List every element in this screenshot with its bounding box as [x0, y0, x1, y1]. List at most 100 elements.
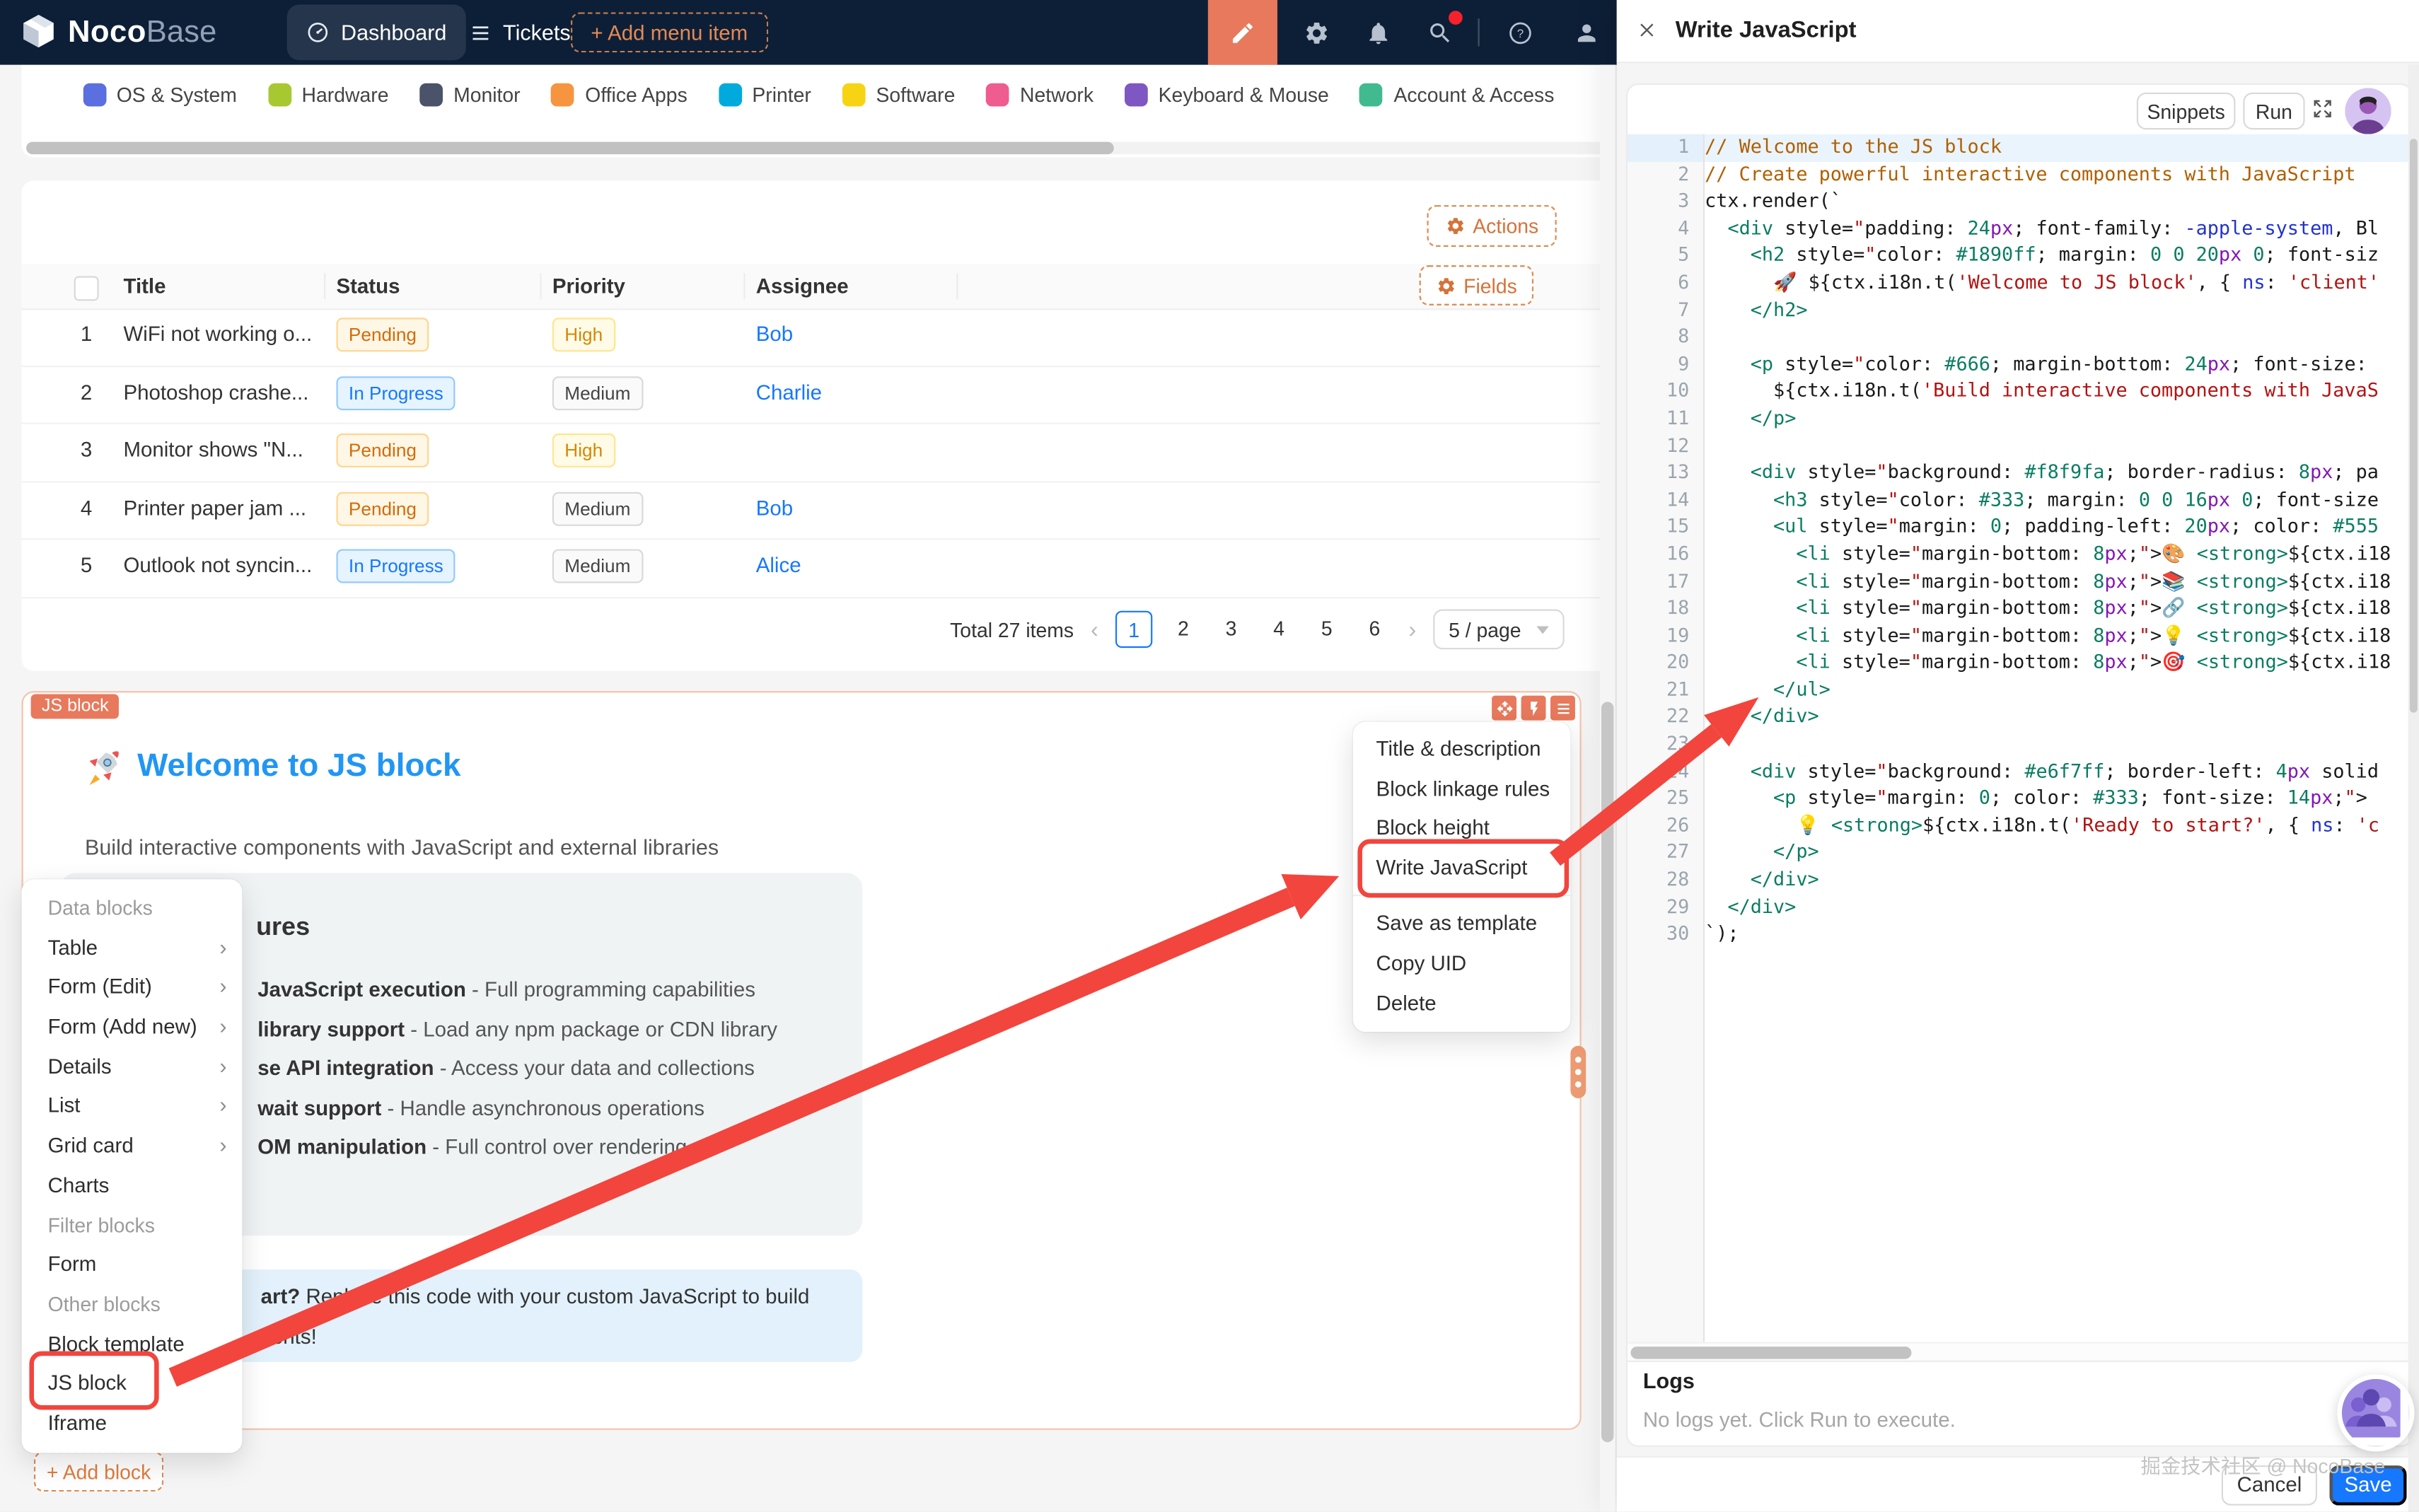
page-scrollbar-thumb[interactable] [1601, 702, 1613, 1442]
ui-editor-button[interactable] [1208, 0, 1277, 65]
menu-item-table[interactable]: Table› [22, 928, 243, 967]
cell-assignee-link[interactable]: Bob [756, 496, 793, 520]
assistant-avatar[interactable] [2337, 1374, 2414, 1451]
page-number-6[interactable]: 6 [1357, 611, 1391, 645]
select-all-checkbox[interactable] [74, 276, 99, 301]
code-line[interactable]: </p> [1705, 405, 2411, 432]
code-line[interactable]: <div style="background: #e6f7ff; border-… [1705, 758, 2411, 785]
code-line[interactable]: <h2 style="color: #1890ff; margin: 0 0 2… [1705, 243, 2411, 269]
run-button[interactable]: Run [2243, 93, 2304, 129]
code-line[interactable]: <h3 style="color: #333; margin: 0 0 16px… [1705, 487, 2411, 514]
menu-item-list[interactable]: List› [22, 1086, 243, 1126]
code-line[interactable]: <li style="margin-bottom: 8px;">📚 <stron… [1705, 569, 2411, 595]
code-line[interactable]: ctx.render(` [1705, 189, 2411, 216]
table-row[interactable]: 5Outlook not syncin...In ProgressMediumA… [22, 540, 1615, 598]
code-line[interactable]: </div> [1705, 867, 2411, 894]
page-size-select[interactable]: 5 / page [1433, 610, 1564, 650]
column-header-priority[interactable]: Priority [552, 274, 625, 298]
quick-edit-button[interactable] [1521, 696, 1546, 721]
code-line[interactable]: </p> [1705, 839, 2411, 866]
code-line[interactable]: // Welcome to the JS block [1705, 134, 2411, 161]
code-line[interactable] [1705, 433, 2411, 460]
menu-item-form[interactable]: Form [22, 1245, 243, 1285]
code-line[interactable] [1705, 731, 2411, 758]
help-button[interactable] [1502, 0, 1536, 65]
code-editor[interactable]: // Welcome to the JS block// Create powe… [1705, 134, 2411, 1342]
code-line[interactable] [1705, 324, 2411, 351]
table-row[interactable]: 3Monitor shows "N...PendingHigh [22, 424, 1615, 482]
fields-button[interactable]: Fields [1420, 265, 1533, 306]
notifications-button[interactable] [1361, 0, 1395, 65]
settings-button[interactable] [1299, 0, 1333, 65]
page-number-5[interactable]: 5 [1310, 611, 1344, 645]
actions-button[interactable]: Actions [1427, 205, 1557, 247]
cell-assignee-link[interactable]: Bob [756, 322, 793, 346]
context-menu-item-block-linkage-rules[interactable]: Block linkage rules [1353, 769, 1571, 808]
code-line[interactable]: <li style="margin-bottom: 8px;">💡 <stron… [1705, 622, 2411, 649]
nav-tab-dashboard[interactable]: Dashboard [287, 5, 465, 61]
context-menu-item-delete[interactable]: Delete [1353, 984, 1571, 1023]
add-menu-item-button[interactable]: + Add menu item [571, 12, 768, 52]
column-header-assignee[interactable]: Assignee [756, 274, 849, 298]
drag-block-button[interactable] [1492, 696, 1516, 721]
fullscreen-button[interactable] [2311, 97, 2334, 120]
cell-assignee-link[interactable]: Charlie [756, 380, 822, 404]
page-number-4[interactable]: 4 [1262, 611, 1296, 645]
code-line[interactable]: <li style="margin-bottom: 8px;">🎨 <stron… [1705, 541, 2411, 568]
snippets-button[interactable]: Snippets [2137, 93, 2236, 129]
cell-title[interactable]: Printer paper jam ... [123, 496, 306, 520]
menu-item-grid-card[interactable]: Grid card› [22, 1126, 243, 1165]
drawer-scrollbar-thumb[interactable] [2410, 139, 2418, 712]
menu-item-charts[interactable]: Charts [22, 1166, 243, 1206]
code-line[interactable]: `); [1705, 921, 2411, 948]
code-line[interactable]: ${ctx.i18n.t('Build interactive componen… [1705, 378, 2411, 405]
code-line[interactable]: <ul style="margin: 0; padding-left: 20px… [1705, 514, 2411, 541]
code-line[interactable]: 💡 <strong>${ctx.i18n.t('Ready to start?'… [1705, 813, 2411, 839]
code-line[interactable]: </div> [1705, 704, 2411, 731]
nav-tab-tickets[interactable]: Tickets [451, 5, 589, 61]
next-page-button[interactable]: › [1405, 616, 1420, 642]
block-settings-button[interactable] [1550, 696, 1575, 721]
code-line[interactable]: <li style="margin-bottom: 8px;">🎯 <stron… [1705, 650, 2411, 677]
code-line[interactable]: <p style="color: #666; margin-bottom: 24… [1705, 351, 2411, 378]
code-line[interactable]: </div> [1705, 894, 2411, 921]
code-line[interactable]: <div style="background: #f8f9fa; border-… [1705, 460, 2411, 487]
add-block-button[interactable]: + Add block [34, 1451, 163, 1491]
nocobase-logo[interactable]: NocoBase [18, 12, 216, 52]
cell-assignee-link[interactable]: Alice [756, 554, 801, 578]
close-drawer-button[interactable] [1637, 20, 1657, 40]
editor-h-scrollbar-thumb[interactable] [1630, 1347, 1911, 1359]
context-menu-item-copy-uid[interactable]: Copy UID [1353, 944, 1571, 984]
table-row[interactable]: 1WiFi not working o...PendingHighBob [22, 308, 1615, 366]
menu-item-details[interactable]: Details› [22, 1047, 243, 1086]
drawer-scrollbar[interactable] [2408, 65, 2419, 1512]
page-number-2[interactable]: 2 [1166, 611, 1200, 645]
user-button[interactable] [1569, 0, 1603, 65]
cell-title[interactable]: Photoshop crashe... [123, 380, 308, 404]
table-row[interactable]: 4Printer paper jam ...PendingMediumBob [22, 482, 1615, 540]
block-resize-handle[interactable] [1570, 1046, 1586, 1098]
editor-avatar[interactable] [2345, 88, 2391, 134]
editor-h-scrollbar[interactable] [1628, 1342, 2411, 1362]
code-line[interactable]: <div style="padding: 24px; font-family: … [1705, 216, 2411, 243]
categories-scrollbar-thumb[interactable] [26, 142, 1114, 154]
menu-item-form-edit-[interactable]: Form (Edit)› [22, 967, 243, 1007]
page-number-1[interactable]: 1 [1115, 611, 1152, 648]
cell-title[interactable]: WiFi not working o... [123, 322, 312, 346]
code-line[interactable]: 🚀 ${ctx.i18n.t('Welcome to JS block', { … [1705, 270, 2411, 297]
column-header-status[interactable]: Status [336, 274, 400, 298]
page-number-3[interactable]: 3 [1214, 611, 1248, 645]
context-menu-item-title-description[interactable]: Title & description [1353, 730, 1571, 769]
code-line[interactable]: </ul> [1705, 677, 2411, 704]
code-line[interactable]: <p style="margin: 0; color: #333; font-s… [1705, 786, 2411, 813]
menu-item-form-add-new-[interactable]: Form (Add new)› [22, 1007, 243, 1047]
cell-title[interactable]: Outlook not syncin... [123, 554, 312, 578]
prev-page-button[interactable]: ‹ [1088, 616, 1102, 642]
table-row[interactable]: 2Photoshop crashe...In ProgressMediumCha… [22, 366, 1615, 424]
code-line[interactable]: // Create powerful interactive component… [1705, 161, 2411, 188]
cell-title[interactable]: Monitor shows "N... [123, 438, 303, 462]
code-line[interactable]: <li style="margin-bottom: 8px;">🔗 <stron… [1705, 595, 2411, 622]
code-line[interactable]: </h2> [1705, 297, 2411, 324]
context-menu-item-save-as-template[interactable]: Save as template [1353, 905, 1571, 944]
column-header-title[interactable]: Title [123, 274, 166, 298]
